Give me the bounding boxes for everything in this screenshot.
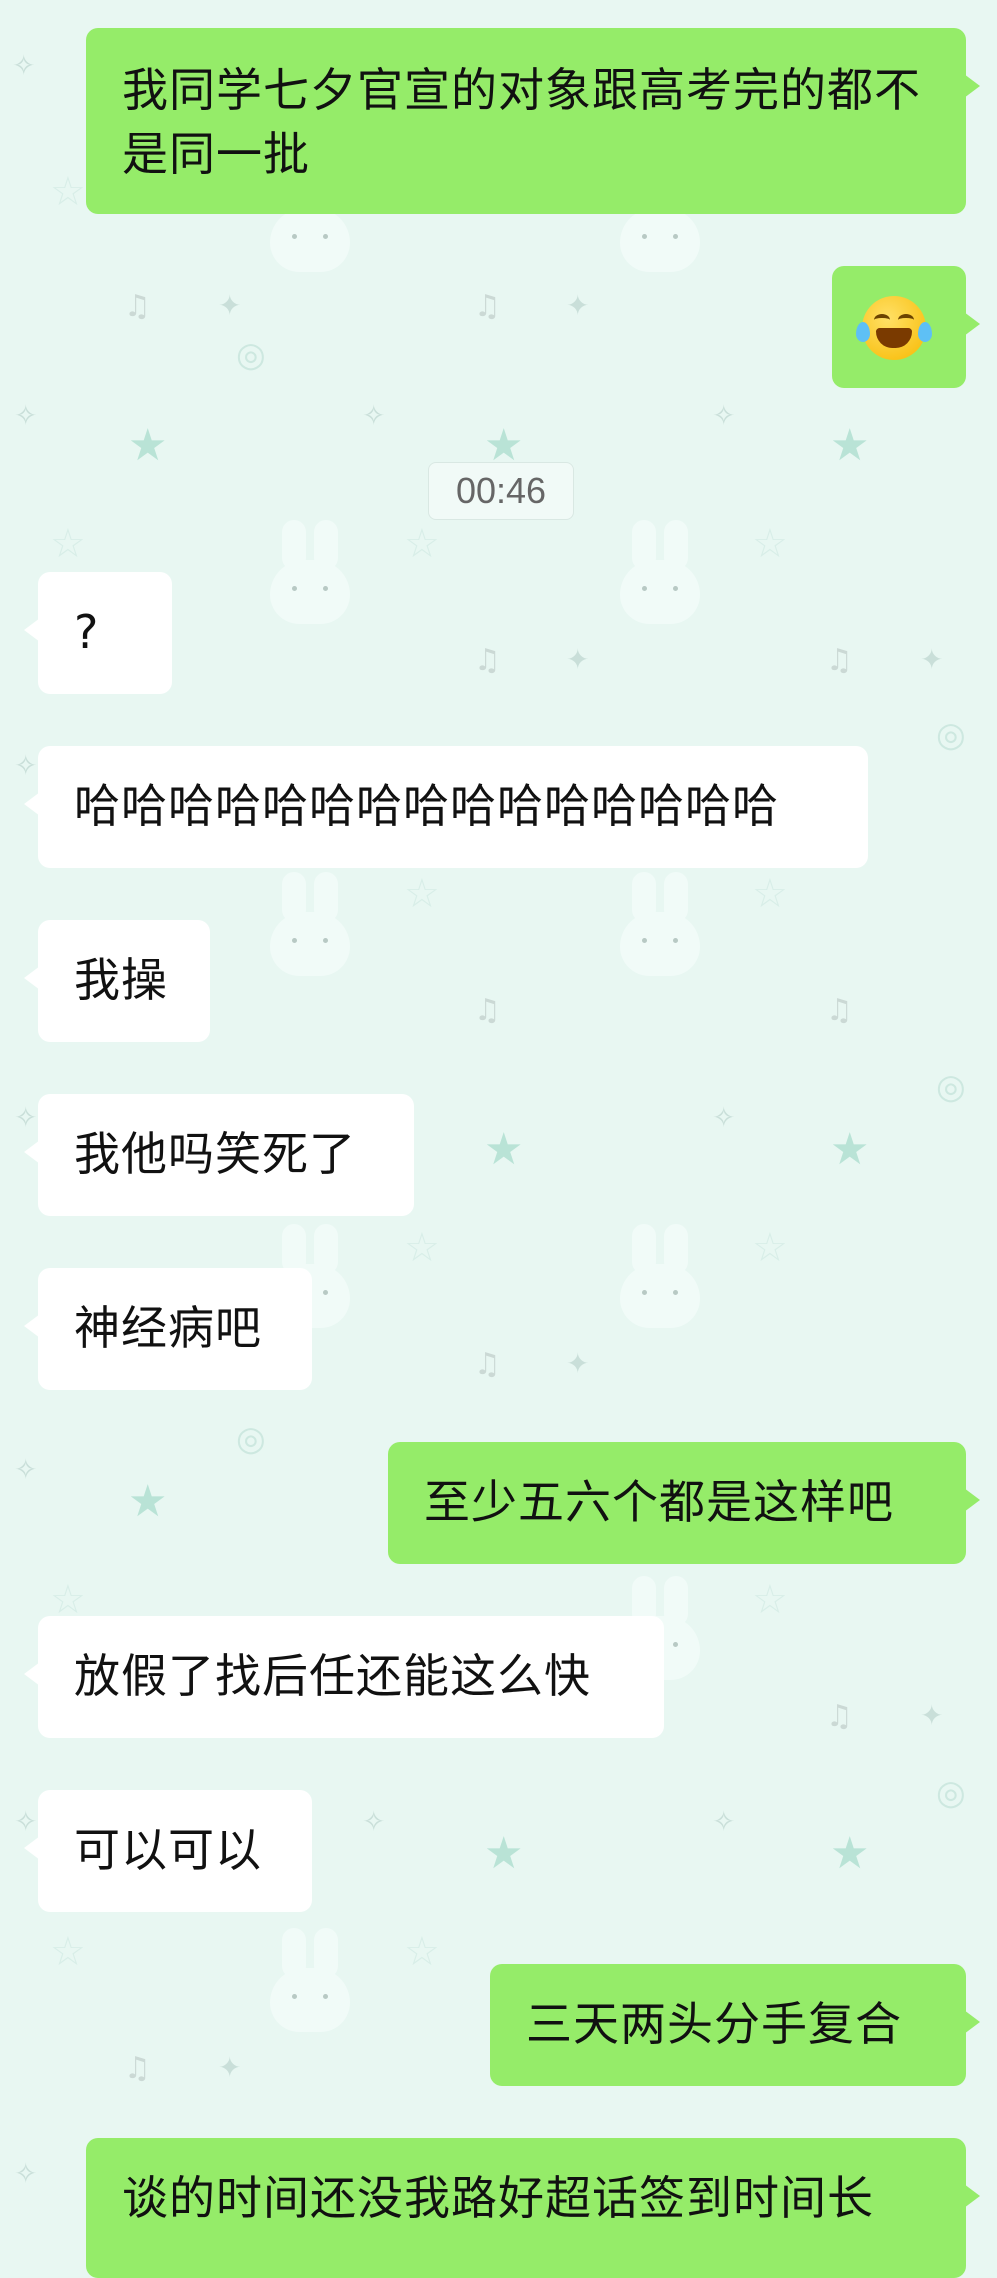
message-text: 哈哈哈哈哈哈哈哈哈哈哈哈哈哈哈 [74, 779, 779, 833]
message-text: 三天两头分手复合 [526, 1997, 902, 2051]
message-bubble-received[interactable]: 我操 [24, 920, 210, 1042]
message-bubble-sent[interactable]: 三天两头分手复合 [490, 1964, 980, 2086]
message-text: 我操 [74, 953, 168, 1007]
message-text: 放假了找后任还能这么快 [74, 1649, 591, 1703]
message-bubble-received[interactable]: ? [24, 572, 172, 694]
message-bubble-received[interactable]: 神经病吧 [24, 1268, 312, 1390]
message-bubble-sent[interactable]: 谈的时间还没我路好超话签到时间长 [86, 2138, 980, 2278]
message-text: ? [74, 605, 100, 659]
message-text: 至少五六个都是这样吧 [424, 1475, 894, 1529]
chat-message-list: 我同学七夕官宣的对象跟高考完的都不是同一批 00:46 ? 哈哈哈哈哈哈哈哈哈哈… [0, 0, 997, 2278]
message-timestamp: 00:46 [428, 462, 574, 520]
message-text: 我同学七夕官宣的对象跟高考完的都不是同一批 [122, 63, 921, 181]
message-bubble-received[interactable]: 放假了找后任还能这么快 [24, 1616, 664, 1738]
message-bubble-sent[interactable] [832, 266, 980, 388]
message-text: 我他吗笑死了 [74, 1127, 356, 1181]
face-with-tears-of-joy-icon [856, 296, 932, 360]
message-bubble-sent[interactable]: 我同学七夕官宣的对象跟高考完的都不是同一批 [86, 28, 980, 214]
message-text: 可以可以 [74, 1823, 262, 1877]
message-text: 神经病吧 [74, 1301, 262, 1355]
message-bubble-received[interactable]: 我他吗笑死了 [24, 1094, 414, 1216]
message-text: 谈的时间还没我路好超话签到时间长 [122, 2171, 874, 2225]
message-bubble-received[interactable]: 可以可以 [24, 1790, 312, 1912]
message-bubble-sent[interactable]: 至少五六个都是这样吧 [388, 1442, 980, 1564]
message-bubble-received[interactable]: 哈哈哈哈哈哈哈哈哈哈哈哈哈哈哈 [24, 746, 868, 868]
